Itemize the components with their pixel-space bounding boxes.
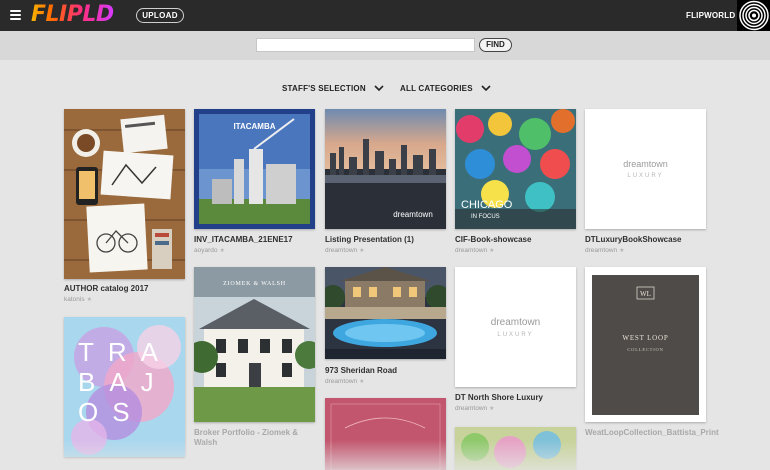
publication-title[interactable]: AUTHOR catalog 2017	[64, 284, 148, 293]
publication-cover[interactable]: CHICAGO IN FOCUS	[455, 109, 576, 229]
publication-cover[interactable]: TRA BAJ OS	[64, 317, 185, 457]
star-icon: ★	[219, 248, 225, 254]
chevron-down-icon	[481, 85, 491, 92]
cover-subtitle-text: LUXURY	[497, 332, 533, 338]
chevron-down-icon	[374, 85, 384, 92]
publication-cover[interactable]: ITACAMBA	[194, 109, 315, 229]
publication-title[interactable]: Broker Portfolio - Ziomek & Walsh	[194, 428, 315, 448]
hamburger-icon[interactable]	[10, 10, 21, 20]
cover-badge-text: WL	[640, 290, 651, 298]
publication-title[interactable]: 973 Sheridan Road	[325, 366, 397, 375]
flipld-logo[interactable]: FLIPLD	[31, 2, 114, 28]
star-icon: ★	[359, 248, 365, 254]
publication-author-name[interactable]: dreamtown	[325, 247, 357, 254]
cover-text: ITACAMBA	[233, 122, 275, 131]
publication-cover[interactable]: dreamtown LUXURY	[455, 267, 576, 387]
publication-title[interactable]: CIF-Book-showcase	[455, 235, 531, 244]
publication-author[interactable]: dreamtown ★	[325, 378, 365, 385]
publication-author[interactable]: dreamtown ★	[585, 247, 625, 254]
svg-text:TRA: TRA	[78, 337, 172, 367]
publication-author[interactable]: aoyardo ★	[194, 247, 225, 254]
cover-text: ZIOMEK & WALSH	[223, 281, 286, 287]
search-input[interactable]	[256, 38, 475, 52]
avatar[interactable]	[737, 0, 770, 31]
publication-author[interactable]: dreamtown ★	[455, 405, 495, 412]
search-bar: FIND	[0, 31, 770, 60]
svg-text:BAJ: BAJ	[78, 367, 168, 397]
publication-author-name[interactable]: dreamtown	[325, 378, 357, 385]
publication-author[interactable]: dreamtown ★	[325, 247, 365, 254]
star-icon: ★	[86, 297, 92, 303]
publication-author[interactable]: katonis ★	[64, 296, 92, 303]
cover-subtitle-text: IN FOCUS	[471, 214, 500, 220]
publication-author-name[interactable]: dreamtown	[585, 247, 617, 254]
publication-title[interactable]: DT North Shore Luxury	[455, 393, 543, 402]
category-filter-label: ALL CATEGORIES	[400, 84, 473, 93]
selection-filter-label: STAFF'S SELECTION	[282, 84, 366, 93]
publication-author-name[interactable]: katonis	[64, 296, 85, 303]
publication-author-name[interactable]: dreamtown	[455, 405, 487, 412]
publication-title[interactable]: DTLuxuryBookShowcase	[585, 235, 681, 244]
cover-subtitle-text: LUXURY	[627, 173, 663, 179]
upload-button[interactable]: UPLOAD	[136, 8, 184, 23]
publication-title[interactable]: INV_ITACAMBA_21ENE17	[194, 235, 293, 244]
publication-cover[interactable]: ZIOMEK & WALSH	[194, 267, 315, 422]
cover-text: dreamtown	[393, 210, 433, 219]
publication-author[interactable]: dreamtown ★	[455, 247, 495, 254]
publication-author-name[interactable]: aoyardo	[194, 247, 218, 254]
star-icon: ★	[489, 406, 495, 412]
svg-text:OS: OS	[78, 397, 144, 427]
cover-text: dreamtown	[623, 159, 668, 169]
star-icon: ★	[619, 248, 625, 254]
publication-cover[interactable]	[455, 427, 576, 470]
user-menu-label[interactable]: FLIPWORLD	[686, 11, 735, 20]
cover-subtitle-text: COLLECTION	[627, 347, 663, 352]
publication-cover[interactable]: WL WEST LOOP COLLECTION	[585, 267, 706, 422]
publication-cover[interactable]: dreamtown	[325, 109, 446, 229]
category-filter-dropdown[interactable]: ALL CATEGORIES	[400, 84, 491, 93]
publication-author-name[interactable]: dreamtown	[455, 247, 487, 254]
star-icon: ★	[359, 379, 365, 385]
top-bar: FLIPLD UPLOAD FLIPWORLD	[0, 0, 770, 31]
publication-title[interactable]: Listing Presentation (1)	[325, 235, 414, 244]
publication-cover[interactable]	[325, 398, 446, 470]
cover-title-text: WEST LOOP	[622, 334, 668, 342]
cover-title-text: CHICAGO	[461, 199, 513, 211]
selection-filter-dropdown[interactable]: STAFF'S SELECTION	[282, 84, 384, 93]
publication-cover[interactable]	[325, 267, 446, 359]
find-button[interactable]: FIND	[479, 38, 512, 52]
publication-cover[interactable]: dreamtown LUXURY	[585, 109, 706, 229]
star-icon: ★	[489, 248, 495, 254]
cover-text: dreamtown	[491, 317, 540, 328]
publication-cover[interactable]	[64, 109, 185, 279]
publication-title[interactable]: WeatLoopCollection_Battista_Print	[585, 428, 719, 438]
